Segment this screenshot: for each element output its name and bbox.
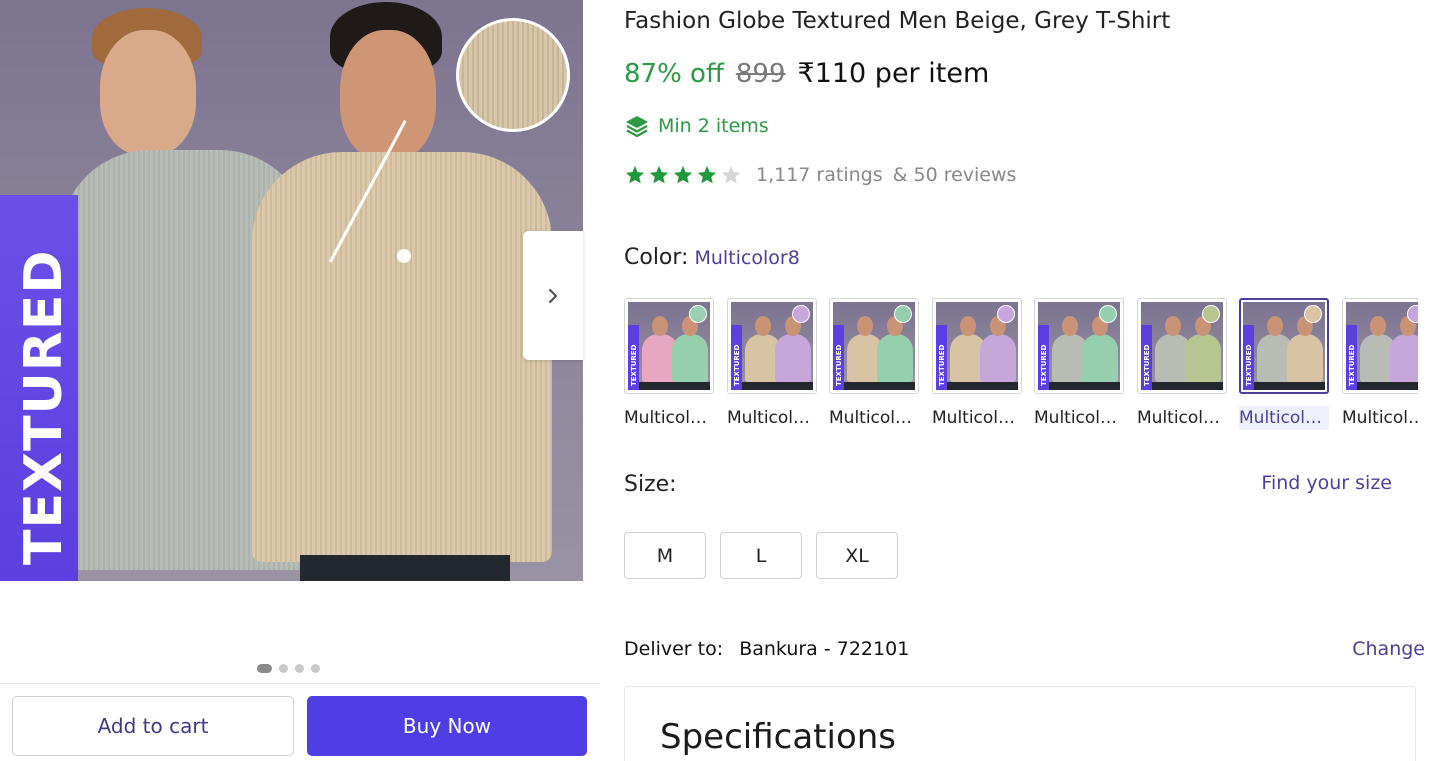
swatch-label: Multicolor8 bbox=[1239, 406, 1329, 430]
color-label: Color: bbox=[624, 245, 689, 270]
ratings-count[interactable]: 1,117 ratings bbox=[756, 164, 883, 186]
min-items-label: Min 2 items bbox=[658, 115, 769, 137]
next-image-button[interactable] bbox=[523, 231, 583, 360]
specifications-title: Specifications bbox=[660, 717, 897, 757]
selling-price: ₹110 per item bbox=[797, 58, 990, 89]
pagination-dot[interactable] bbox=[257, 664, 272, 673]
product-image[interactable]: TEXTURED bbox=[0, 0, 583, 581]
product-title: Fashion Globe Textured Men Beige, Grey T… bbox=[624, 8, 1171, 34]
add-to-cart-button[interactable]: Add to cart bbox=[12, 696, 294, 756]
pagination-dot[interactable] bbox=[295, 664, 304, 673]
star-empty-icon bbox=[721, 165, 741, 184]
size-label: Size: bbox=[624, 472, 677, 497]
size-option-xl[interactable]: XL bbox=[816, 532, 898, 579]
size-option-m[interactable]: M bbox=[624, 532, 706, 579]
color-swatch[interactable]: TEXTURED Multicolor5 bbox=[1034, 298, 1124, 430]
color-swatch[interactable]: TEXTURED Multicolor6 bbox=[1137, 298, 1227, 430]
star-icon bbox=[673, 165, 693, 184]
image-pagination-dots bbox=[257, 664, 320, 673]
buy-now-button[interactable]: Buy Now bbox=[307, 696, 587, 756]
star-icon bbox=[649, 165, 669, 184]
chevron-right-icon bbox=[548, 288, 558, 303]
original-price: 899 bbox=[735, 59, 786, 89]
fabric-zoom-circle bbox=[456, 18, 570, 132]
star-rating bbox=[624, 164, 742, 186]
price-row: 87% off 899 ₹110 per item bbox=[624, 58, 989, 89]
specifications-card: Specifications bbox=[624, 686, 1416, 761]
discount-percent: 87% off bbox=[624, 59, 724, 89]
star-icon bbox=[697, 165, 717, 184]
swatch-label: Multicolor5 bbox=[1034, 408, 1124, 428]
pagination-dot[interactable] bbox=[279, 664, 288, 673]
delivery-location: Bankura - 722101 bbox=[739, 638, 910, 660]
color-swatch[interactable]: TEXTURED Multicolor4 bbox=[932, 298, 1022, 430]
zoom-pointer-dot bbox=[397, 249, 411, 263]
swatch-thumbnail: TEXTURED bbox=[1239, 298, 1329, 394]
change-location-link[interactable]: Change bbox=[1352, 638, 1425, 660]
color-swatch[interactable]: TEXTURED Multicolor2 bbox=[727, 298, 817, 430]
swatch-thumbnail: TEXTURED bbox=[727, 298, 817, 394]
swatch-label: Multicolor6 bbox=[1137, 408, 1227, 428]
swatch-thumbnail: TEXTURED bbox=[932, 298, 1022, 394]
rating-row: 1,117 ratings & 50 reviews bbox=[624, 164, 1016, 186]
swatch-thumbnail: TEXTURED bbox=[1342, 298, 1418, 394]
swatch-thumbnail: TEXTURED bbox=[1137, 298, 1227, 394]
color-swatch[interactable]: TEXTURED Multicolor1 bbox=[624, 298, 714, 430]
layers-icon bbox=[626, 116, 648, 138]
product-page: TEXTURED Add to cart Buy Now Fashion Glo… bbox=[0, 0, 1439, 761]
product-gallery: TEXTURED Add to cart Buy Now bbox=[0, 0, 600, 761]
swatch-label: Multicolor3 bbox=[829, 408, 919, 428]
cta-bar: Add to cart Buy Now bbox=[0, 683, 600, 761]
swatch-thumbnail: TEXTURED bbox=[829, 298, 919, 394]
color-row: Color: Multicolor8 bbox=[624, 245, 800, 270]
color-swatch[interactable]: TEXTURED Multicolor3 bbox=[829, 298, 919, 430]
swatch-label: Multicolor4 bbox=[932, 408, 1022, 428]
swatch-label: Multicolor9 bbox=[1342, 408, 1418, 428]
size-option-l[interactable]: L bbox=[720, 532, 802, 579]
selected-color-value: Multicolor8 bbox=[694, 247, 800, 269]
textured-label: TEXTURED bbox=[14, 249, 74, 565]
min-items-note: Min 2 items bbox=[624, 114, 769, 138]
color-swatch[interactable]: TEXTURED Multicolor9 bbox=[1342, 298, 1418, 430]
product-details: Fashion Globe Textured Men Beige, Grey T… bbox=[624, 0, 1425, 761]
pagination-dot[interactable] bbox=[311, 664, 320, 673]
delivery-row: Deliver to: Bankura - 722101 Change bbox=[624, 638, 1425, 660]
deliver-to-label: Deliver to: bbox=[624, 638, 724, 660]
color-swatch-list: TEXTURED Multicolor1 TEXTURED Multicolor2 TE… bbox=[624, 298, 1418, 438]
reviews-count[interactable]: & 50 reviews bbox=[893, 164, 1017, 186]
swatch-thumbnail: TEXTURED bbox=[1034, 298, 1124, 394]
find-your-size-link[interactable]: Find your size bbox=[1261, 472, 1392, 494]
color-swatch[interactable]: TEXTURED Multicolor8 bbox=[1239, 298, 1329, 430]
size-options: M L XL bbox=[624, 532, 898, 579]
swatch-label: Multicolor2 bbox=[727, 408, 817, 428]
swatch-label: Multicolor1 bbox=[624, 408, 714, 428]
star-icon bbox=[625, 165, 645, 184]
swatch-thumbnail: TEXTURED bbox=[624, 298, 714, 394]
size-row: Size: Find your size bbox=[624, 472, 1418, 497]
